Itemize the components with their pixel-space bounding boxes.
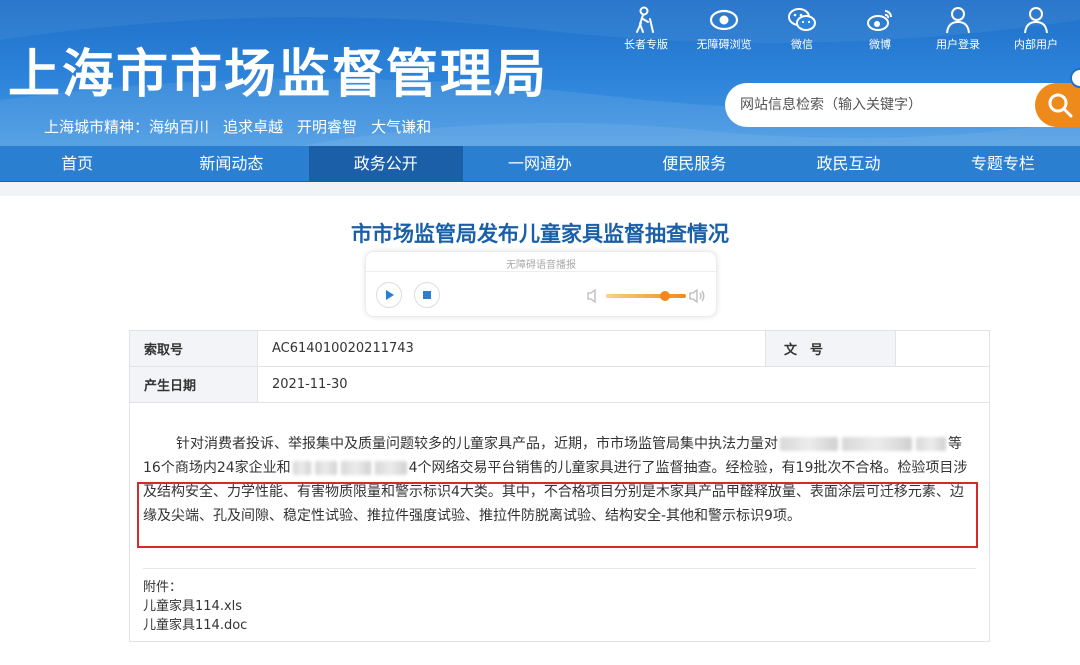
site-title[interactable]: 上海市市场监督管理局 [8, 44, 548, 106]
player-divider [366, 271, 716, 272]
volume-high-icon[interactable] [688, 288, 706, 304]
body-text-3: 4个网络交易平台销售的儿童家具进行了监督抽查。经检验，有 [408, 460, 796, 476]
table-row: 索取号 AC614010020211743 文 号 [129, 330, 990, 367]
volume-slider-handle[interactable] [660, 291, 670, 301]
redacted-text [916, 437, 946, 451]
redacted-text [314, 461, 337, 475]
weibo-link[interactable]: 微博 [842, 6, 918, 52]
search-icon [1048, 93, 1073, 118]
nav-item-one-stop[interactable]: 一网通办 [463, 146, 617, 181]
nav-item-news[interactable]: 新闻动态 [154, 146, 308, 181]
attachments-label: 附件： [143, 580, 183, 595]
article-title: 市市场监管局发布儿童家具监督抽查情况 [351, 222, 729, 246]
user-login-label: 用户登录 [936, 38, 980, 51]
eye-icon [709, 9, 739, 31]
site-header: 上海市市场监督管理局 上海城市精神：海纳百川 追求卓越 开明睿智 大气谦和 长者专版 … [0, 0, 1080, 146]
nav-item-gov-affairs[interactable]: 政务公开 [308, 146, 463, 181]
accessible-browse-label: 无障碍浏览 [696, 38, 752, 51]
redacted-text [842, 437, 912, 451]
stop-button[interactable] [414, 282, 440, 308]
attachment-link-doc[interactable]: 儿童家具114.doc [143, 616, 247, 635]
nav-item-special-topics[interactable]: 专题专栏 [926, 146, 1080, 181]
date-value: 2021-11-30 [257, 366, 990, 403]
article-meta-table: 索取号 AC614010020211743 文 号 产生日期 2021-11-3… [129, 330, 990, 403]
city-motto: 上海城市精神：海纳百川 追求卓越 开明睿智 大气谦和 [44, 116, 445, 137]
player-label: 无障碍语音播报 [506, 260, 576, 271]
nav-separator [0, 182, 1080, 196]
wechat-link[interactable]: 微信 [764, 6, 840, 52]
attachment-link-xls[interactable]: 儿童家具114.xls [143, 597, 247, 616]
nav-item-interaction[interactable]: 政民互动 [771, 146, 925, 181]
document-number-label: 文 号 [765, 330, 896, 367]
weibo-icon [867, 10, 892, 31]
volume-low-icon[interactable] [586, 288, 600, 304]
wechat-icon [788, 8, 816, 31]
redacted-text [340, 461, 371, 475]
stop-icon [423, 291, 431, 299]
index-number-label: 索取号 [129, 330, 258, 367]
internal-user-label: 内部用户 [1014, 38, 1058, 51]
nav-item-home[interactable]: 首页 [0, 146, 154, 181]
elder-version-label: 长者专版 [624, 38, 668, 51]
attachments-divider [143, 568, 976, 569]
article-body: 针对消费者投诉、举报集中及质量问题较多的儿童家具产品，近期，市市场监管局集中执法… [143, 432, 973, 528]
nav-item-public-service[interactable]: 便民服务 [617, 146, 771, 181]
user-login-link[interactable]: 用户登录 [920, 6, 996, 52]
motto-item: 开明睿智 [297, 118, 358, 136]
accessible-browse-link[interactable]: 无障碍浏览 [686, 6, 762, 52]
elder-version-link[interactable]: 长者专版 [608, 6, 684, 52]
body-paragraph: 针对消费者投诉、举报集中及质量问题较多的儿童家具产品，近期，市市场监管局集中执法… [143, 432, 973, 528]
redacted-text [292, 461, 311, 475]
elder-icon [636, 6, 654, 33]
search-input[interactable] [725, 97, 1025, 113]
quick-links: 长者专版 无障碍浏览 微信 微博 用户登录 内部用户 [606, 6, 1074, 52]
body-text-1: 针对消费者投诉、举报集中及质量问题较多的儿童家具产品，近期，市市场监管局集中执法… [176, 436, 778, 452]
volume-slider-track[interactable] [606, 294, 686, 298]
weibo-label: 微博 [869, 38, 891, 51]
audio-player: 无障碍语音播报 [366, 252, 716, 316]
attachments: 附件： 儿童家具114.xls 儿童家具114.doc [143, 578, 247, 635]
motto-label: 上海城市精神： [44, 118, 150, 136]
main-nav: 首页 新闻动态 政务公开 一网通办 便民服务 政民互动 专题专栏 [0, 146, 1080, 182]
wechat-label: 微信 [791, 38, 813, 51]
redacted-text [374, 461, 407, 475]
internal-user-link[interactable]: 内部用户 [998, 6, 1074, 52]
play-button[interactable] [376, 282, 402, 308]
table-row: 产生日期 2021-11-30 [129, 366, 990, 403]
redacted-text [780, 437, 838, 451]
play-icon [386, 290, 394, 300]
motto-item: 海纳百川 [149, 118, 210, 136]
document-number-value [895, 330, 990, 367]
search-button[interactable] [1035, 83, 1080, 127]
motto-item: 大气谦和 [371, 118, 432, 136]
user-icon [946, 7, 970, 34]
site-search [725, 83, 1055, 127]
motto-item: 追求卓越 [223, 118, 284, 136]
index-number-value: AC614010020211743 [257, 330, 766, 367]
date-label: 产生日期 [129, 366, 258, 403]
user-icon [1024, 7, 1048, 34]
